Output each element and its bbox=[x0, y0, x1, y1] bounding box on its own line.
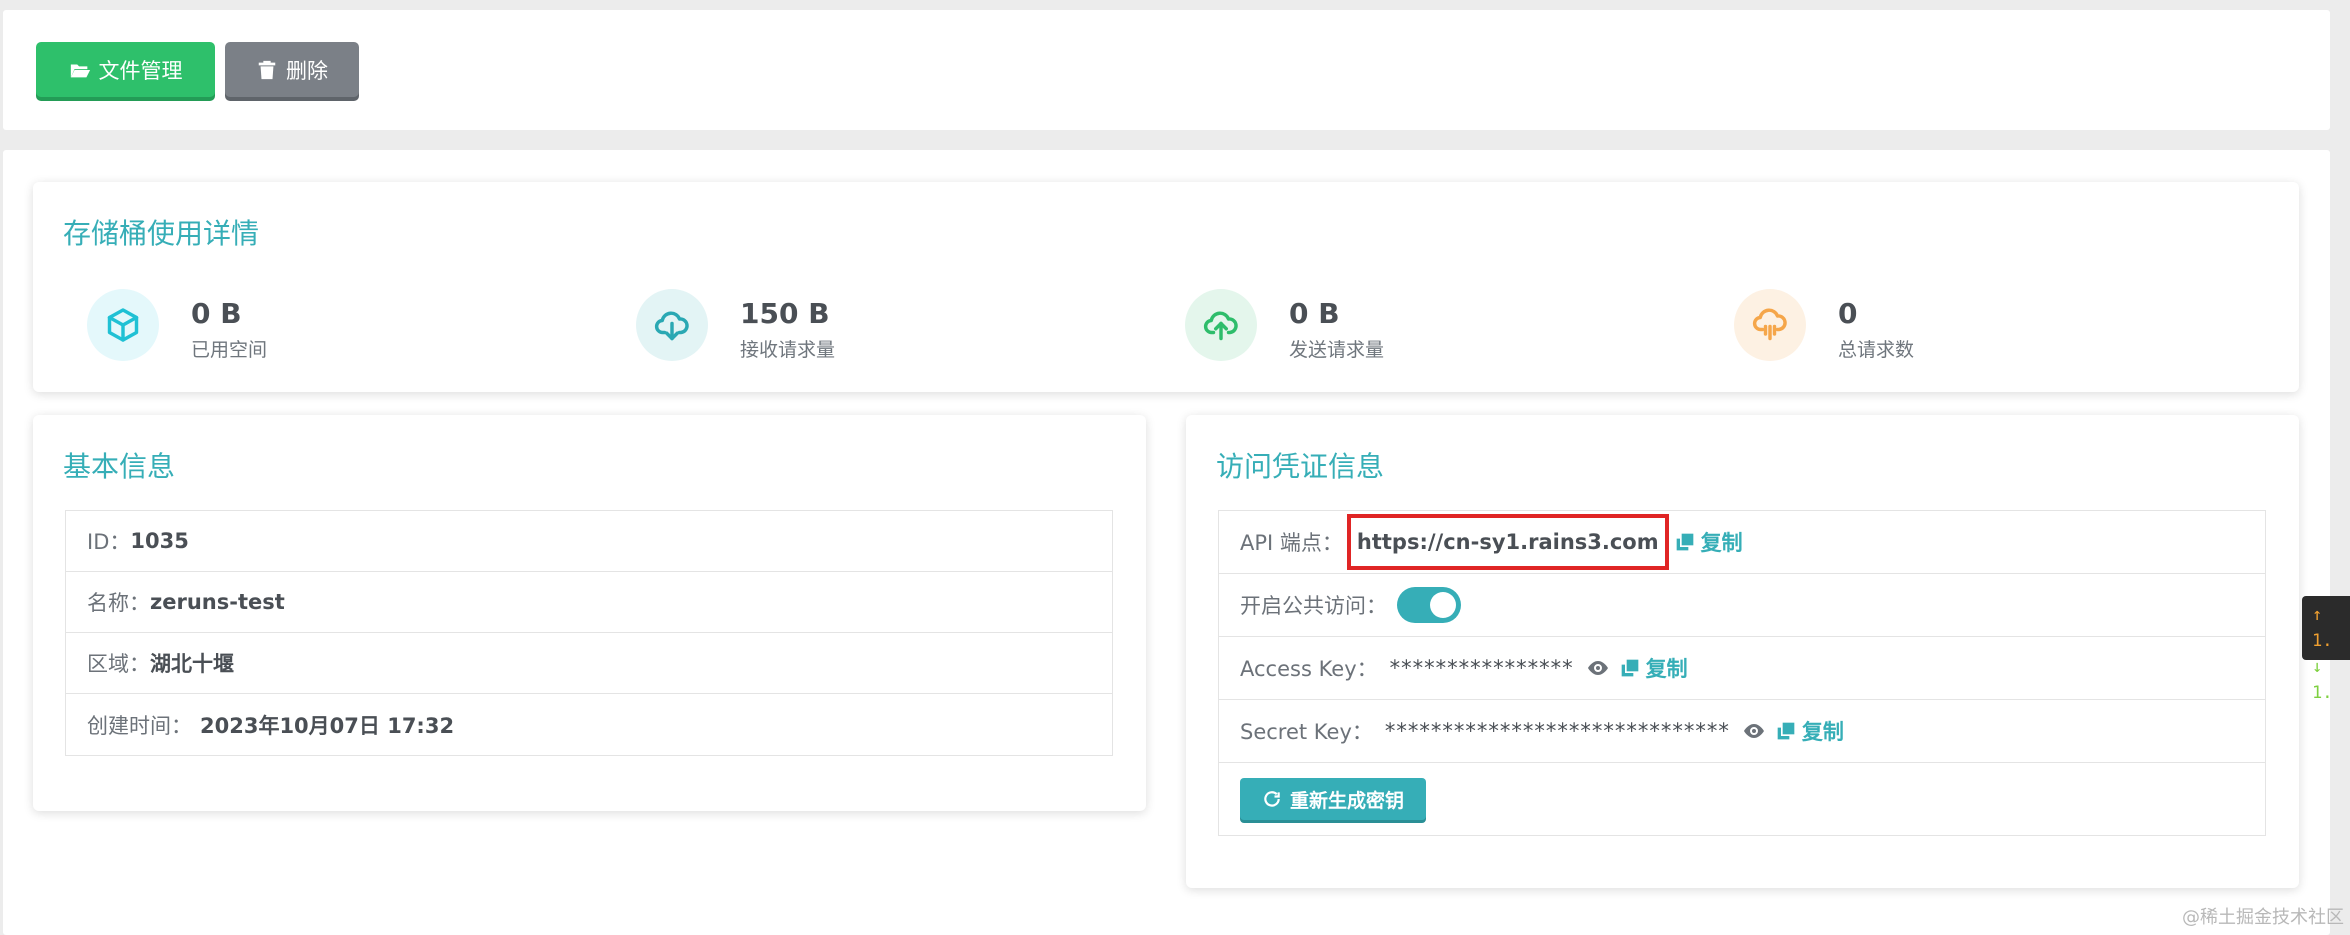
row-value: 湖北十堰 bbox=[150, 652, 234, 676]
table-row: 区域： 湖北十堰 bbox=[66, 633, 1112, 694]
delete-button[interactable]: 删除 bbox=[225, 42, 359, 97]
watermark: @稀土掘金技术社区 bbox=[2182, 907, 2344, 928]
stat-total-requests: 0 总请求数 bbox=[1734, 289, 2254, 369]
row-value: 1035 bbox=[130, 529, 189, 553]
network-speed-widget: ↑ 1. ↓ 1. bbox=[2302, 596, 2350, 703]
stat-label: 发送请求量 bbox=[1289, 339, 1385, 361]
api-endpoint-row: API 端点： https://cn-sy1.rains3.com 复制 bbox=[1219, 511, 2265, 574]
bucket-usage-card: 存储桶使用详情 0 B 已用空间 150 B 接收请求量 0 B 发送请求量 0… bbox=[33, 182, 2299, 392]
trash-icon bbox=[258, 60, 276, 79]
regenerate-key-button[interactable]: 重新生成密钥 bbox=[1240, 778, 1427, 820]
copy-icon bbox=[1777, 722, 1795, 740]
stat-value: 0 B bbox=[191, 297, 242, 330]
stat-received-requests: 150 B 接收请求量 bbox=[636, 289, 1156, 369]
secret-key-row: Secret Key： ****************************… bbox=[1219, 700, 2265, 763]
stat-used-space: 0 B 已用空间 bbox=[87, 289, 607, 369]
access-credentials-card: 访问凭证信息 API 端点： https://cn-sy1.rains3.com… bbox=[1186, 415, 2299, 888]
table-row: 创建时间： 2023年10月07日 17:32 bbox=[66, 694, 1112, 755]
credentials-table: API 端点： https://cn-sy1.rains3.com 复制 开启公… bbox=[1218, 510, 2266, 836]
public-access-toggle[interactable] bbox=[1397, 587, 1461, 623]
cloud-rain-icon bbox=[1734, 289, 1806, 361]
copy-label: 复制 bbox=[1700, 531, 1743, 555]
basic-info-card: 基本信息 ID： 1035 名称： zeruns-test 区域： 湖北十堰 创… bbox=[33, 415, 1146, 811]
cloud-download-icon bbox=[636, 289, 708, 361]
copy-access-key-button[interactable]: 复制 bbox=[1620, 653, 1688, 683]
usage-title: 存储桶使用详情 bbox=[63, 217, 260, 250]
stat-sent-requests: 0 B 发送请求量 bbox=[1185, 289, 1705, 369]
public-access-row: 开启公共访问： bbox=[1219, 574, 2265, 637]
cube-icon bbox=[87, 289, 159, 361]
cloud-upload-icon bbox=[1185, 289, 1257, 361]
row-label: 区域： bbox=[87, 652, 150, 676]
copy-icon bbox=[1621, 659, 1638, 677]
copy-label: 复制 bbox=[1645, 657, 1688, 681]
public-access-label: 开启公共访问： bbox=[1240, 594, 1387, 618]
stat-value: 150 B bbox=[740, 297, 830, 330]
stat-label: 接收请求量 bbox=[740, 339, 836, 361]
basic-info-title: 基本信息 bbox=[63, 450, 176, 483]
eye-icon[interactable] bbox=[1742, 719, 1766, 743]
access-key-row: Access Key： **************** 复制 bbox=[1219, 637, 2265, 700]
table-row: 名称： zeruns-test bbox=[66, 572, 1112, 633]
toolbar: 文件管理 删除 bbox=[3, 10, 2330, 130]
basic-info-table: ID： 1035 名称： zeruns-test 区域： 湖北十堰 创建时间： … bbox=[65, 510, 1113, 756]
stat-value: 0 B bbox=[1289, 297, 1340, 330]
access-key-value: **************** bbox=[1389, 656, 1574, 680]
copy-endpoint-button[interactable]: 复制 bbox=[1675, 527, 1743, 557]
stat-label: 已用空间 bbox=[191, 339, 268, 361]
file-manage-button[interactable]: 文件管理 bbox=[36, 42, 215, 97]
file-manage-label: 文件管理 bbox=[98, 58, 183, 83]
copy-label: 复制 bbox=[1801, 720, 1844, 744]
row-label: ID： bbox=[87, 530, 131, 554]
folder-open-icon bbox=[70, 64, 90, 77]
secret-key-value: ****************************** bbox=[1384, 719, 1730, 743]
secret-key-label: Secret Key： bbox=[1240, 720, 1373, 744]
delete-label: 删除 bbox=[286, 58, 328, 83]
upload-speed: ↑ 1. bbox=[2312, 605, 2333, 651]
row-label: 创建时间： bbox=[87, 713, 192, 738]
eye-icon[interactable] bbox=[1586, 656, 1610, 680]
copy-icon bbox=[1676, 533, 1693, 551]
row-value: zeruns-test bbox=[150, 590, 285, 614]
regenerate-label: 重新生成密钥 bbox=[1290, 789, 1405, 812]
refresh-icon bbox=[1264, 791, 1280, 807]
table-row: ID： 1035 bbox=[66, 511, 1112, 572]
copy-secret-key-button[interactable]: 复制 bbox=[1776, 716, 1844, 746]
download-speed: ↓ 1. bbox=[2312, 657, 2333, 703]
access-key-label: Access Key： bbox=[1240, 657, 1378, 681]
regenerate-row: 重新生成密钥 bbox=[1219, 763, 2265, 835]
credentials-title: 访问凭证信息 bbox=[1216, 450, 1385, 483]
stat-label: 总请求数 bbox=[1838, 339, 1915, 361]
endpoint-label: API 端点： bbox=[1240, 531, 1343, 555]
row-value: 2023年10月07日 17:32 bbox=[200, 713, 455, 738]
row-label: 名称： bbox=[87, 591, 150, 615]
stat-value: 0 bbox=[1838, 297, 1858, 330]
endpoint-value: https://cn-sy1.rains3.com bbox=[1346, 514, 1669, 570]
